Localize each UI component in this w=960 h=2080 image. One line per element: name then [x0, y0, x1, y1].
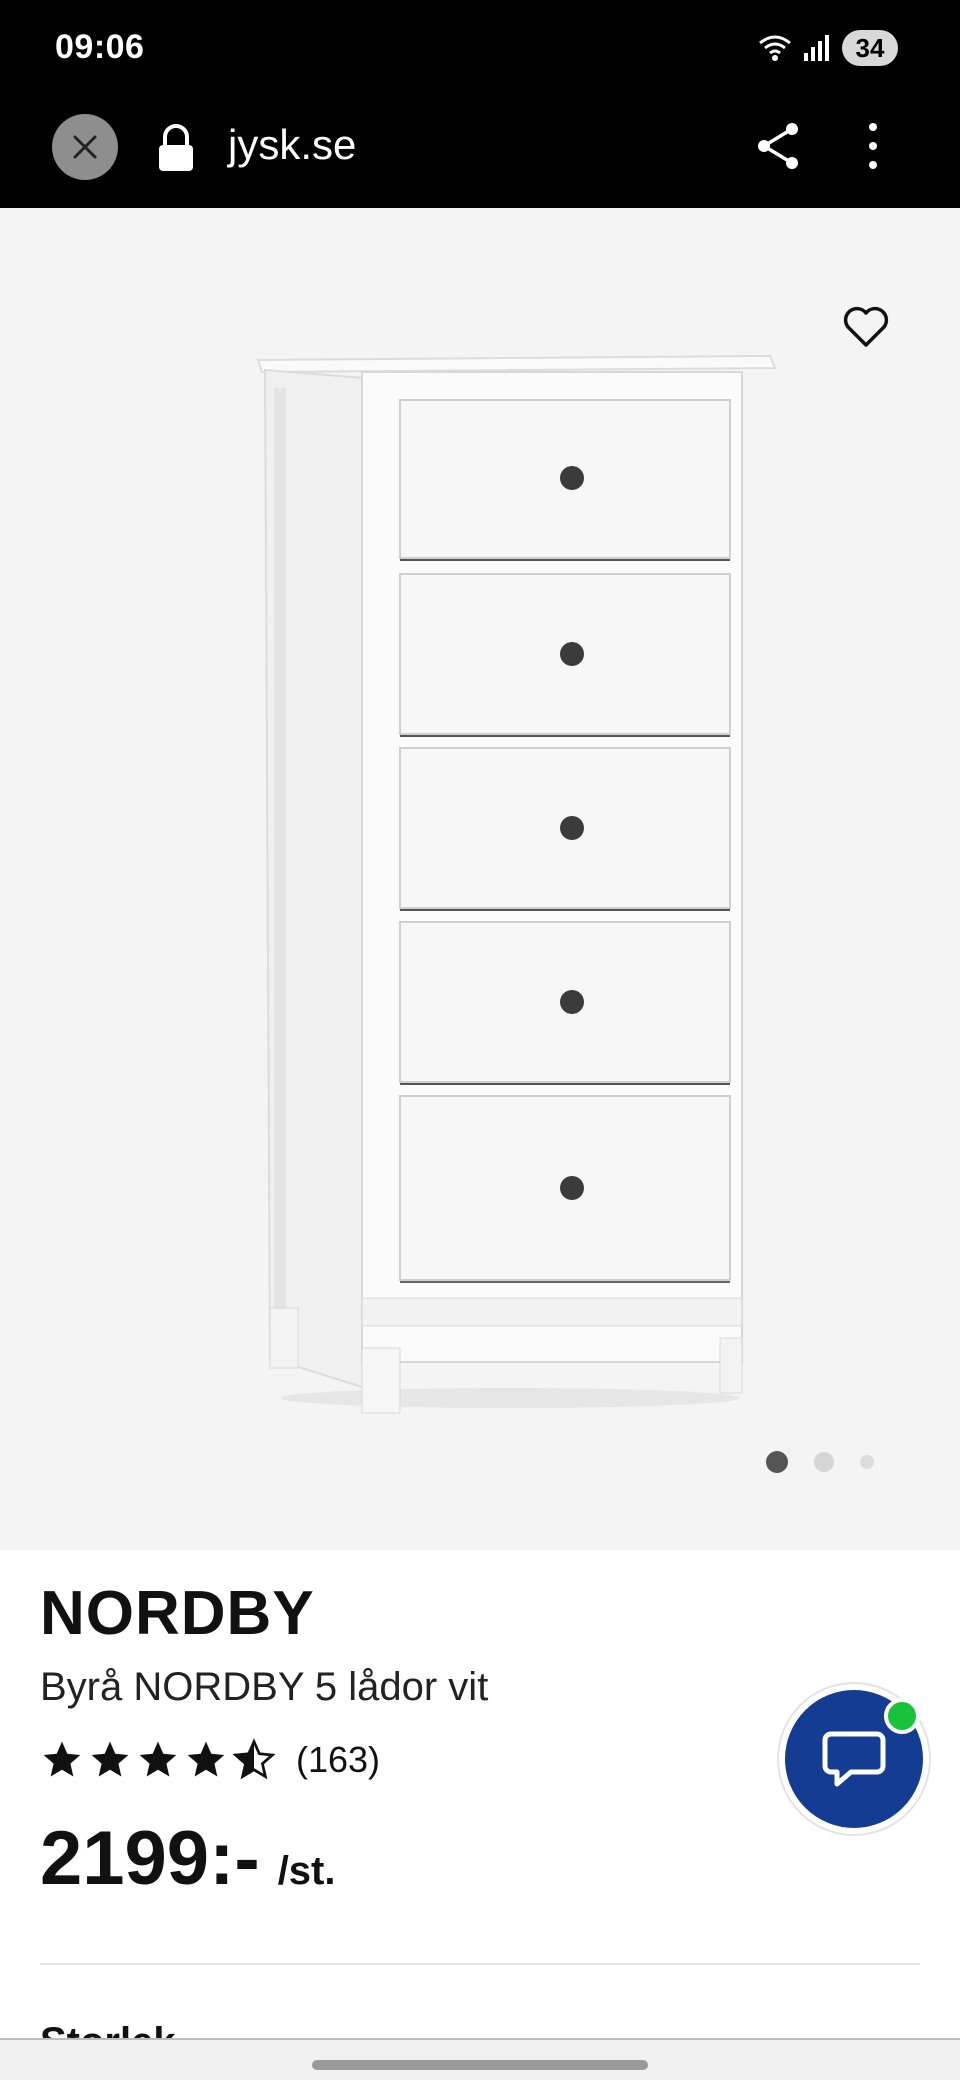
- signal-icon: [804, 35, 829, 61]
- browser-url-bar: jysk.se: [0, 95, 960, 208]
- close-button[interactable]: [52, 114, 118, 180]
- star-full-icon: [43, 1741, 81, 1777]
- product-gallery[interactable]: [0, 208, 960, 1550]
- price-unit: /st.: [277, 1849, 336, 1893]
- wifi-icon: [759, 35, 791, 61]
- system-nav-bar: [0, 2038, 960, 2080]
- chat-online-indicator: [884, 1698, 920, 1734]
- product-image-dresser: [256, 354, 777, 1414]
- product-subtitle: Byrå NORDBY 5 lådor vit: [40, 1665, 489, 1709]
- favorite-heart-icon[interactable]: [840, 300, 892, 352]
- share-icon[interactable]: [752, 119, 806, 173]
- slide-dot-active[interactable]: [766, 1451, 788, 1473]
- star-full-icon: [91, 1741, 129, 1777]
- home-indicator[interactable]: [312, 2060, 648, 2070]
- chat-bubble-icon: [822, 1731, 886, 1787]
- drawer-2: [399, 573, 731, 737]
- drawer-3: [399, 747, 731, 911]
- battery-icon: 34: [842, 30, 898, 66]
- divider: [40, 1963, 920, 1965]
- drawer-4: [399, 921, 731, 1085]
- slide-dot[interactable]: [860, 1455, 874, 1469]
- price: 2199:-: [40, 1816, 260, 1901]
- slide-dot[interactable]: [814, 1452, 834, 1472]
- status-bar: 09:06 34: [0, 0, 960, 95]
- status-icons: 34: [758, 28, 898, 68]
- star-full-icon: [187, 1741, 225, 1777]
- drawer-5: [399, 1095, 731, 1283]
- lock-icon: [159, 124, 193, 171]
- star-full-icon: [139, 1741, 177, 1777]
- drawer-1: [399, 399, 731, 561]
- url-text[interactable]: jysk.se: [228, 121, 356, 169]
- slide-indicator[interactable]: [766, 1451, 874, 1473]
- close-icon: [73, 135, 97, 159]
- star-half-icon: [232, 1738, 276, 1780]
- product-title: NORDBY: [40, 1579, 315, 1648]
- rating[interactable]: (163): [40, 1738, 380, 1782]
- more-vertical-icon[interactable]: [858, 119, 888, 173]
- status-time: 09:06: [55, 28, 145, 66]
- rating-count[interactable]: (163): [296, 1739, 380, 1781]
- price-row: 2199:- /st.: [40, 1815, 335, 1902]
- section-heading-size[interactable]: Storlek: [40, 2020, 176, 2040]
